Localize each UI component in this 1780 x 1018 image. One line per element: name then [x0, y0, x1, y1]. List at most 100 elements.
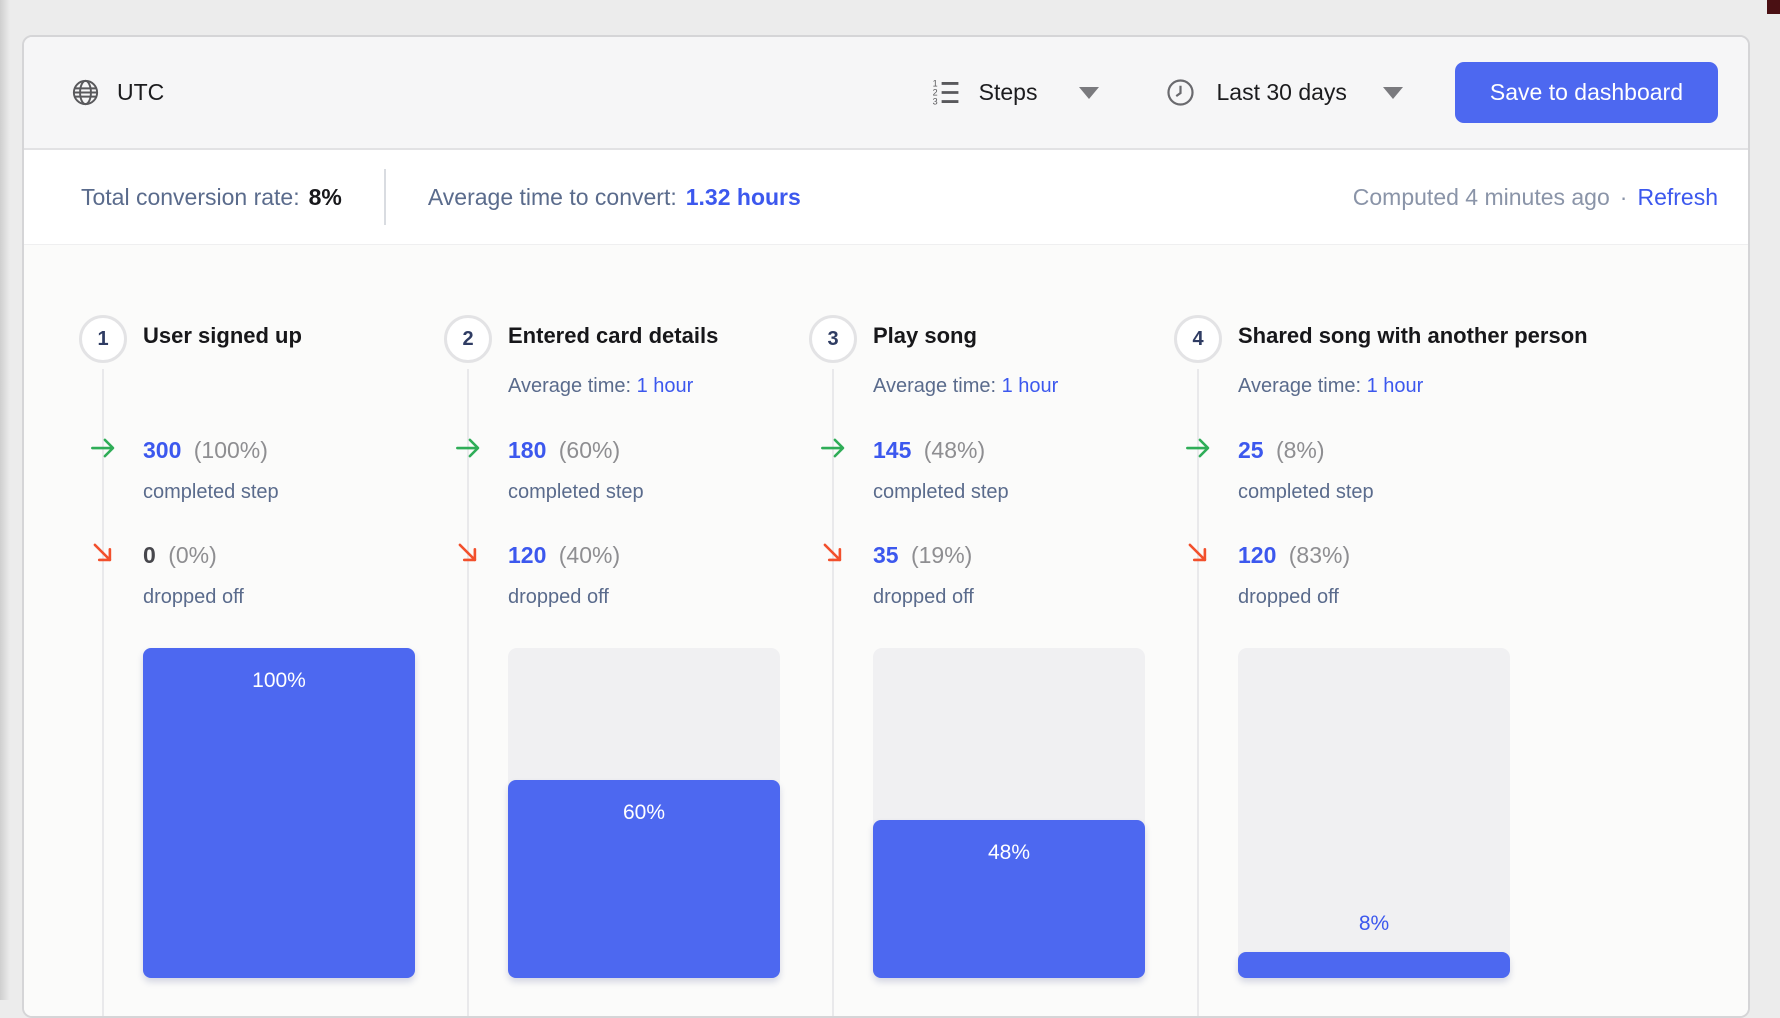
dot-separator: · — [1620, 184, 1628, 211]
timezone-label: UTC — [117, 79, 164, 106]
dropped-count: 120 — [1238, 542, 1276, 568]
completed-count: 25 — [1238, 437, 1264, 463]
completed-count: 180 — [508, 437, 546, 463]
dropped-stat: 120 (40%) dropped off — [508, 540, 620, 610]
total-conversion-value: 8% — [309, 184, 342, 211]
dropped-off-label: dropped off — [873, 584, 974, 610]
total-conversion-label: Total conversion rate: — [81, 184, 300, 211]
step-average-time: Average time: 1 hour — [1238, 375, 1423, 398]
avg-time-convert-value: 1.32 hours — [686, 184, 801, 211]
dropped-count: 120 — [508, 542, 546, 568]
step-title: Entered card details — [508, 323, 718, 349]
dropped-arrow-icon — [818, 538, 848, 568]
step-title: Play song — [873, 323, 977, 349]
step-number-badge: 2 — [444, 315, 492, 363]
dropped-count: 35 — [873, 542, 899, 568]
completed-count: 300 — [143, 437, 181, 463]
dropped-pct: (0%) — [168, 542, 217, 568]
step-number-badge: 3 — [809, 315, 857, 363]
step-average-time: Average time: 1 hour — [508, 375, 693, 398]
dropped-off-label: dropped off — [143, 584, 244, 610]
clock-icon — [1165, 77, 1196, 108]
completed-arrow-icon — [818, 433, 848, 463]
step-number: 3 — [827, 328, 838, 351]
bar-percent-label: 60% — [508, 780, 780, 825]
dropped-stat: 0 (0%) dropped off — [143, 540, 244, 610]
dropped-pct: (19%) — [911, 542, 972, 568]
dropped-off-label: dropped off — [508, 584, 620, 610]
funnel-bar-track: 100% — [143, 648, 415, 978]
summary-stats-row: Total conversion rate: 8% Average time t… — [24, 150, 1748, 245]
funnel-step-column: 4 Shared song with another person Averag… — [1174, 245, 1539, 1016]
bar-percent-label: 100% — [143, 648, 415, 693]
timezone-selector[interactable]: UTC — [70, 77, 164, 108]
completed-step-label: completed step — [873, 479, 1009, 505]
funnel-step-column: 1 User signed up 300 (100%) completed st… — [79, 245, 444, 1016]
funnel-bar-fill[interactable]: 48% — [873, 820, 1145, 978]
funnel-bar-track: 8% — [1238, 648, 1510, 978]
save-to-dashboard-button[interactable]: Save to dashboard — [1455, 62, 1718, 123]
funnel-bar-fill[interactable] — [1238, 952, 1510, 978]
bar-percent-label-outside: 8% — [1238, 912, 1510, 936]
completed-pct: (60%) — [559, 437, 620, 463]
completed-step-label: completed step — [1238, 479, 1374, 505]
completed-count: 145 — [873, 437, 911, 463]
refresh-link[interactable]: Refresh — [1637, 184, 1718, 211]
step-number: 1 — [97, 328, 108, 351]
toolbar: UTC 1 2 3 Steps Last 30 days — [24, 37, 1748, 150]
computed-ago-text: Computed 4 minutes ago — [1353, 184, 1610, 211]
step-connector-line — [832, 369, 834, 1016]
completed-pct: (48%) — [924, 437, 985, 463]
completed-stat: 145 (48%) completed step — [873, 435, 1009, 505]
step-number-badge: 4 — [1174, 315, 1222, 363]
dropped-arrow-icon — [88, 538, 118, 568]
chevron-down-icon — [1383, 87, 1403, 99]
average-time-value: 1 hour — [637, 375, 694, 397]
step-number-badge: 1 — [79, 315, 127, 363]
bar-percent-label: 48% — [873, 820, 1145, 865]
funnel-bar-track: 48% — [873, 648, 1145, 978]
dropped-count: 0 — [143, 542, 156, 568]
completed-stat: 300 (100%) completed step — [143, 435, 279, 505]
step-connector-line — [1197, 369, 1199, 1016]
step-connector-line — [467, 369, 469, 1016]
average-time-label: Average time: — [1238, 375, 1367, 397]
funnel-step-column: 2 Entered card details Average time: 1 h… — [444, 245, 809, 1016]
completed-pct: (100%) — [194, 437, 268, 463]
completed-pct: (8%) — [1276, 437, 1325, 463]
date-range-selector[interactable]: Last 30 days — [1165, 77, 1402, 108]
average-time-value: 1 hour — [1002, 375, 1059, 397]
completed-step-label: completed step — [143, 479, 279, 505]
funnel-bar-track: 60% — [508, 648, 780, 978]
dropped-pct: (83%) — [1289, 542, 1350, 568]
step-title: Shared song with another person — [1238, 323, 1588, 349]
view-mode-selector[interactable]: 1 2 3 Steps — [930, 77, 1100, 108]
step-average-time: Average time: 1 hour — [873, 375, 1058, 398]
view-mode-label: Steps — [979, 79, 1038, 106]
average-time-label: Average time: — [508, 375, 637, 397]
completed-step-label: completed step — [508, 479, 644, 505]
dropped-stat: 120 (83%) dropped off — [1238, 540, 1350, 610]
completed-arrow-icon — [1183, 433, 1213, 463]
step-title: User signed up — [143, 323, 302, 349]
numbered-list-icon: 1 2 3 — [930, 77, 961, 108]
funnel-bar-fill[interactable]: 100% — [143, 648, 415, 978]
step-number: 2 — [462, 328, 473, 351]
svg-text:3: 3 — [932, 97, 937, 107]
completed-stat: 180 (60%) completed step — [508, 435, 644, 505]
average-time-label: Average time: — [873, 375, 1002, 397]
dropped-arrow-icon — [1183, 538, 1213, 568]
dropped-stat: 35 (19%) dropped off — [873, 540, 974, 610]
date-range-label: Last 30 days — [1216, 79, 1346, 106]
completed-stat: 25 (8%) completed step — [1238, 435, 1374, 505]
funnel-bar-fill[interactable]: 60% — [508, 780, 780, 978]
stats-divider — [384, 169, 386, 225]
completed-arrow-icon — [88, 433, 118, 463]
avg-time-convert-label: Average time to convert: — [428, 184, 677, 211]
chevron-down-icon — [1079, 87, 1099, 99]
average-time-value: 1 hour — [1367, 375, 1424, 397]
step-connector-line — [102, 369, 104, 1016]
funnel-step-column: 3 Play song Average time: 1 hour 145 (48… — [809, 245, 1174, 1016]
globe-icon — [70, 77, 101, 108]
dropped-off-label: dropped off — [1238, 584, 1350, 610]
